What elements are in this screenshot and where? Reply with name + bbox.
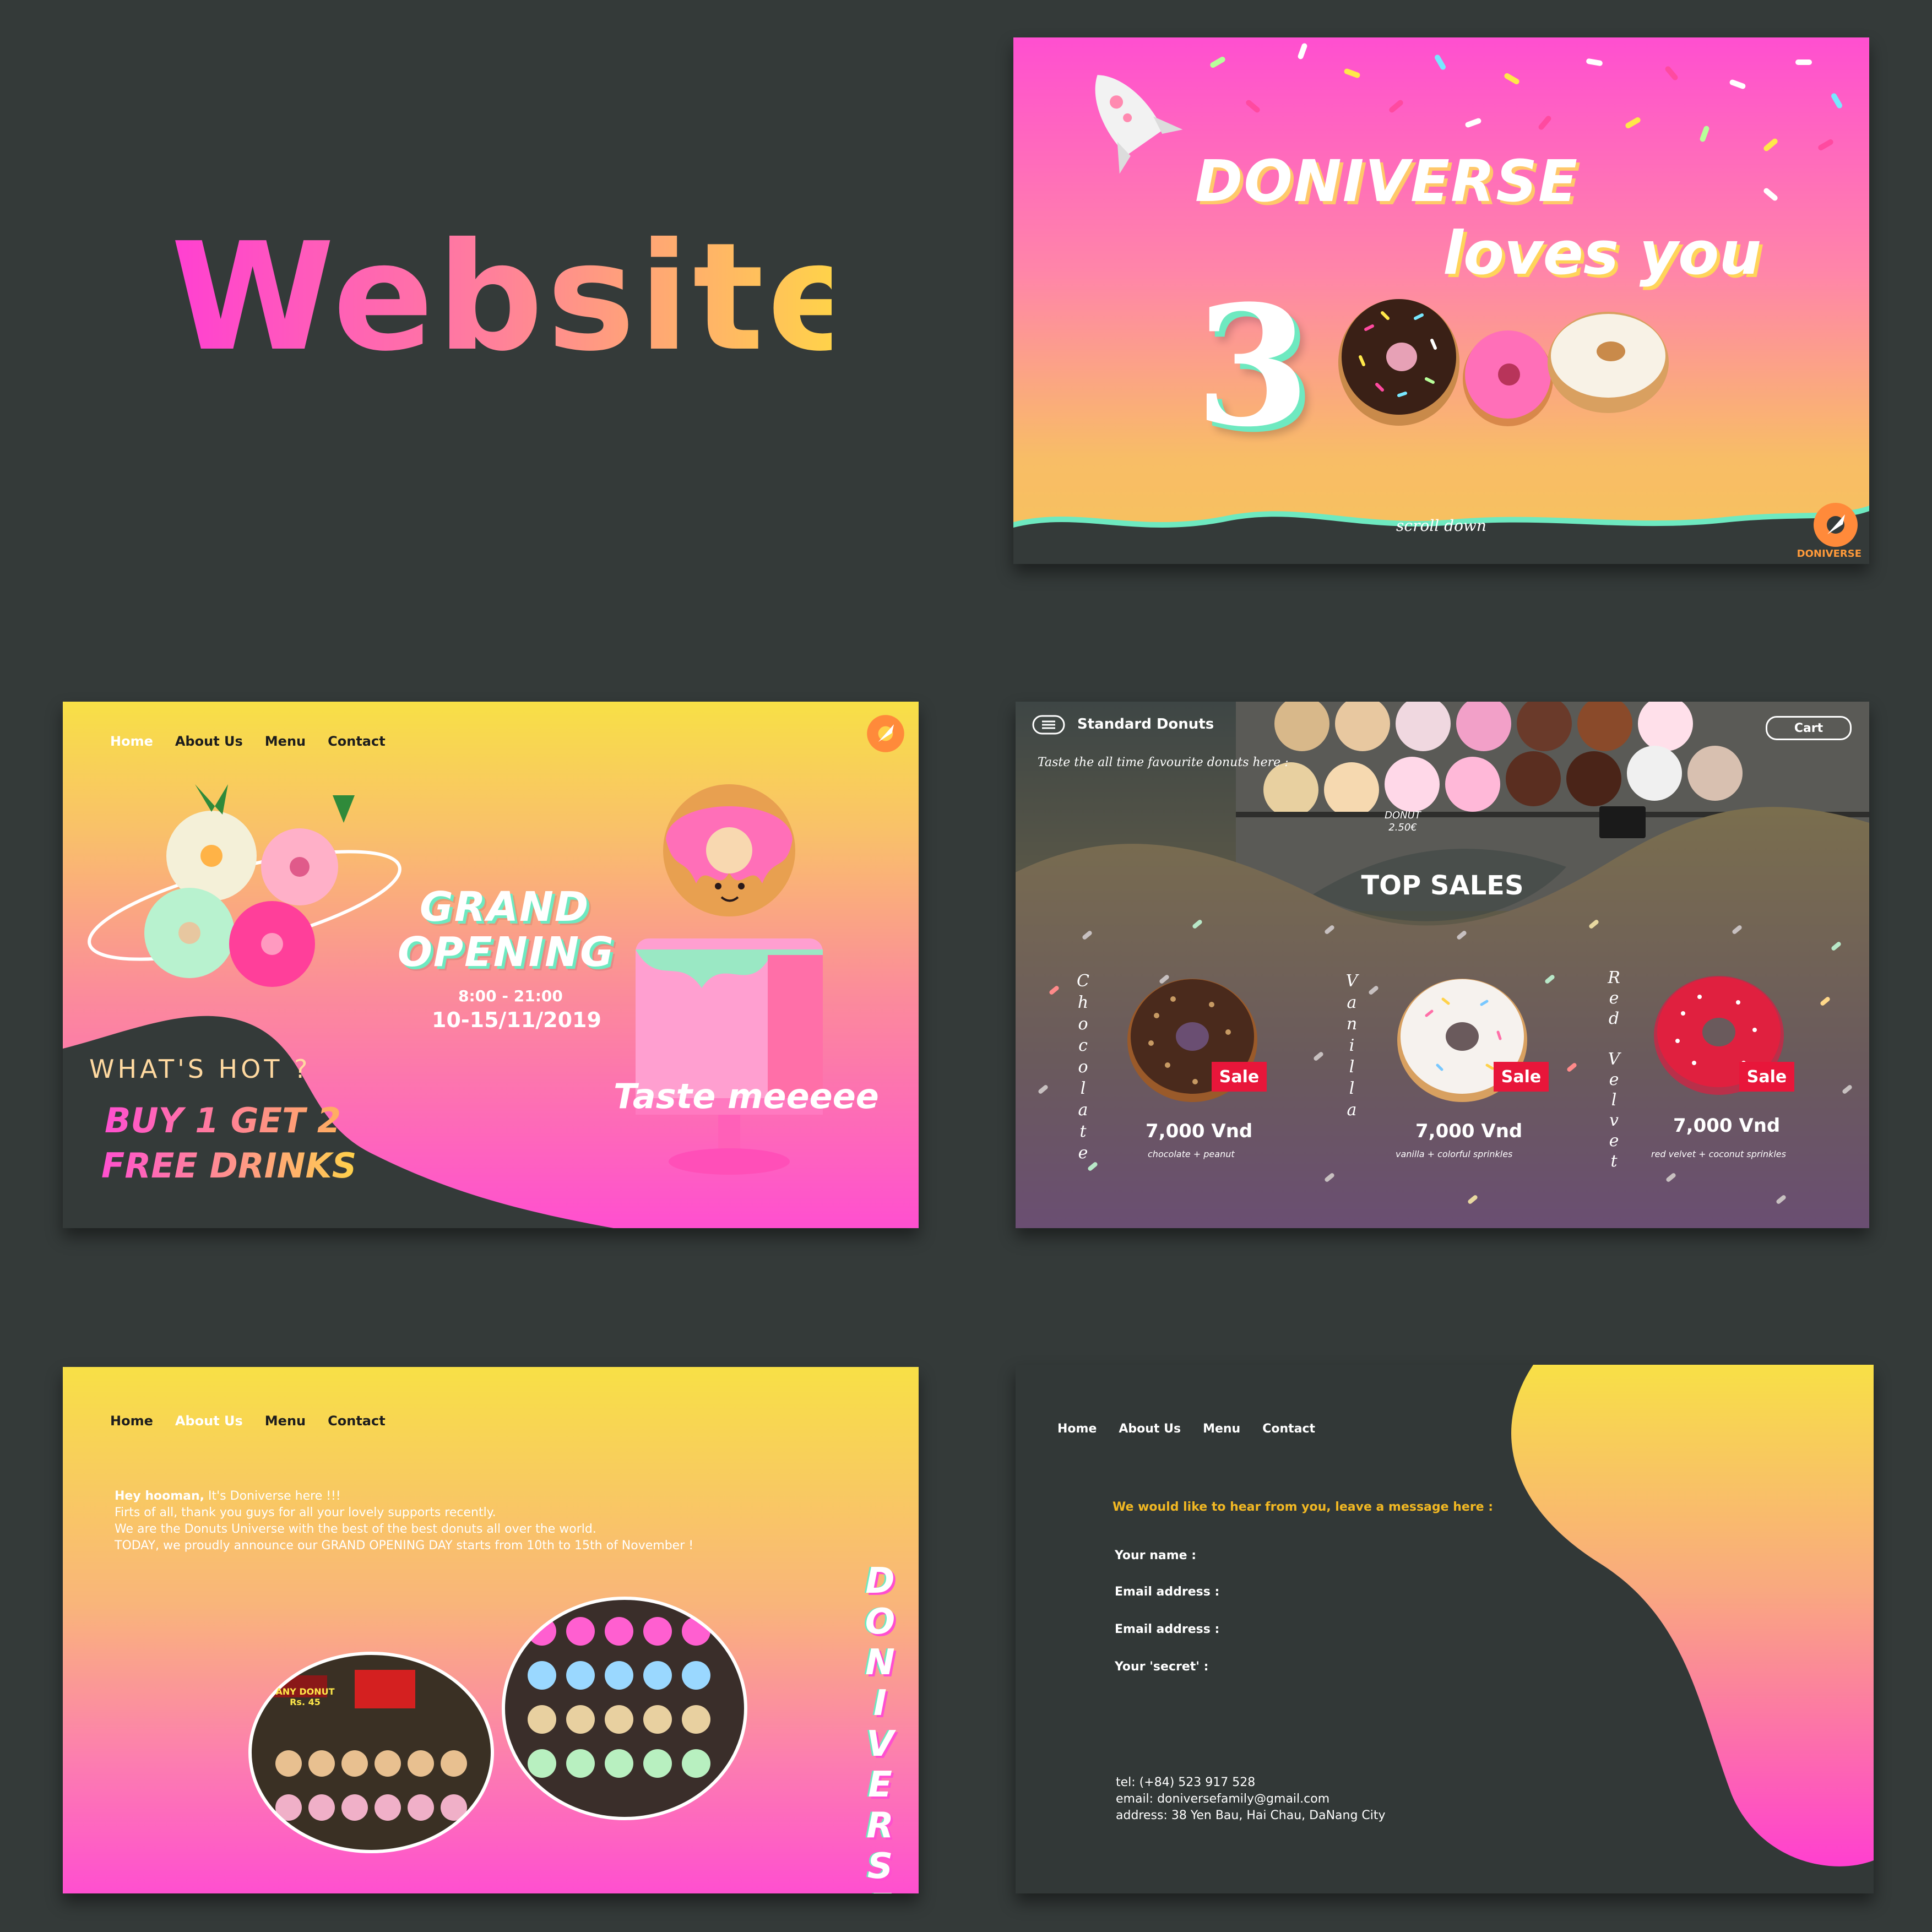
contact-info: tel: (+84) 523 917 528 email: doniversef… bbox=[1116, 1774, 1386, 1824]
opening-panel: Home About Us Menu Contact GRAND OPENING… bbox=[63, 702, 919, 1228]
product-name-chocolate: Chocolate bbox=[1072, 972, 1094, 1170]
product-name-text: Vanilla bbox=[1342, 972, 1361, 1122]
cart-button[interactable]: Cart bbox=[1766, 716, 1852, 740]
email-field-2[interactable]: Email address : bbox=[1115, 1622, 1219, 1636]
whats-hot-label: WHAT'S HOT ? bbox=[89, 1054, 311, 1084]
email-field[interactable]: Email address : bbox=[1115, 1585, 1219, 1599]
nav-about[interactable]: About Us bbox=[175, 1413, 243, 1429]
headline-grand: GRAND bbox=[420, 883, 590, 931]
message-line: Firts of all, thank you guys for all you… bbox=[115, 1506, 496, 1519]
hero-panel: DONIVERSE loves you 3 scroll down DONIVE… bbox=[1013, 37, 1869, 564]
hero-donuts-image bbox=[1338, 299, 1669, 426]
sale-badge: Sale bbox=[1212, 1062, 1267, 1092]
standard-donuts-panel: DONUT 2.50€ Standard Donuts Taste the al… bbox=[1016, 702, 1869, 1228]
product-desc: chocolate + peanut bbox=[1148, 1149, 1235, 1159]
hero-number: 3 bbox=[1195, 269, 1310, 463]
logo-icon[interactable] bbox=[1811, 500, 1860, 550]
headline-opening: OPENING bbox=[398, 929, 615, 976]
page-subtitle: Taste the all time favourite donuts here… bbox=[1038, 756, 1289, 769]
product-name-text: Chocolate bbox=[1073, 972, 1093, 1165]
promo-line-2: FREE DRINKS bbox=[101, 1146, 357, 1186]
showcase-title: Website bbox=[171, 209, 868, 386]
nav-contact[interactable]: Contact bbox=[328, 734, 386, 749]
gradient-blob bbox=[1511, 1365, 1874, 1866]
product-name-red-velvet: Red Velvet bbox=[1603, 968, 1625, 1177]
nav-home[interactable]: Home bbox=[1057, 1422, 1097, 1436]
opening-hours: 8:00 - 21:00 bbox=[458, 987, 563, 1005]
greeting-line: Hey hooman, It's Doniverse here !!! bbox=[115, 1488, 775, 1505]
product-desc: red velvet + coconut sprinkles bbox=[1651, 1149, 1786, 1159]
logo-icon[interactable] bbox=[864, 712, 908, 756]
top-nav: Home About Us Menu Contact bbox=[110, 734, 386, 749]
donut-cake-image bbox=[636, 784, 823, 1175]
contact-email[interactable]: email: doniversefamily@gmail.com bbox=[1116, 1791, 1386, 1808]
about-panel: Home About Us Menu Contact Hey hooman, I… bbox=[63, 1367, 919, 1893]
greeting-bold: Hey hooman, bbox=[115, 1489, 205, 1503]
hero-brand: DONIVERSE bbox=[1195, 148, 1579, 215]
product-name-text: Red Velvet bbox=[1604, 968, 1624, 1172]
secret-field[interactable]: Your 'secret' : bbox=[1115, 1660, 1208, 1674]
name-field[interactable]: Your name : bbox=[1115, 1549, 1196, 1562]
menu-icon[interactable] bbox=[1032, 715, 1065, 735]
contact-tel[interactable]: tel: (+84) 523 917 528 bbox=[1116, 1774, 1386, 1791]
cake-caption: Taste meeeee bbox=[614, 1076, 879, 1116]
greeting-rest: It's Doniverse here !!! bbox=[204, 1489, 341, 1503]
nav-contact[interactable]: Contact bbox=[328, 1413, 386, 1429]
nav-home[interactable]: Home bbox=[110, 1413, 153, 1429]
nav-menu[interactable]: Menu bbox=[1203, 1422, 1240, 1436]
top-nav: Home About Us Menu Contact bbox=[1057, 1422, 1315, 1436]
nav-contact[interactable]: Contact bbox=[1262, 1422, 1315, 1436]
product-price: 7,000 Vnd bbox=[1146, 1120, 1253, 1142]
page-title: Standard Donuts bbox=[1077, 716, 1214, 732]
product-desc: vanilla + colorful sprinkles bbox=[1396, 1149, 1513, 1159]
contact-address: address: 38 Yen Bau, Hai Chau, DaNang Ci… bbox=[1116, 1809, 1386, 1822]
sale-badge: Sale bbox=[1494, 1062, 1549, 1092]
message-line: TODAY, we proudly announce our GRAND OPE… bbox=[115, 1539, 694, 1553]
product-name-vanilla: Vanilla bbox=[1341, 972, 1363, 1127]
nav-about[interactable]: About Us bbox=[175, 734, 243, 749]
promo-line-1: BUY 1 GET 2 bbox=[105, 1100, 341, 1141]
product-price: 7,000 Vnd bbox=[1415, 1120, 1523, 1142]
opening-dates: 10-15/11/2019 bbox=[432, 1008, 601, 1032]
contact-lead: We would like to hear from you, leave a … bbox=[1112, 1500, 1494, 1514]
scroll-hint[interactable]: scroll down bbox=[1013, 517, 1869, 535]
nav-home[interactable]: Home bbox=[110, 734, 153, 749]
vertical-brand: DONIVERSE bbox=[858, 1561, 902, 1893]
nav-menu[interactable]: Menu bbox=[265, 734, 306, 749]
nav-menu[interactable]: Menu bbox=[265, 1413, 306, 1429]
product-price: 7,000 Vnd bbox=[1673, 1115, 1781, 1137]
about-message: Hey hooman, It's Doniverse here !!! Firt… bbox=[115, 1488, 775, 1554]
message-line: We are the Donuts Universe with the best… bbox=[115, 1522, 596, 1536]
section-title: TOP SALES bbox=[1361, 870, 1524, 901]
vertical-brand-text: DONIVERSE bbox=[860, 1561, 900, 1893]
logo-wordmark: DONIVERSE bbox=[1797, 548, 1862, 560]
nav-about[interactable]: About Us bbox=[1119, 1422, 1181, 1436]
rocket-icon bbox=[1095, 75, 1183, 174]
sale-badge: Sale bbox=[1739, 1062, 1794, 1092]
contact-panel: Home About Us Menu Contact We would like… bbox=[1016, 1365, 1874, 1893]
top-nav: Home About Us Menu Contact bbox=[110, 1413, 386, 1429]
shop-photos-image bbox=[248, 1597, 747, 1853]
shop-sign: ANY DONUT Rs. 45 bbox=[275, 1686, 335, 1707]
